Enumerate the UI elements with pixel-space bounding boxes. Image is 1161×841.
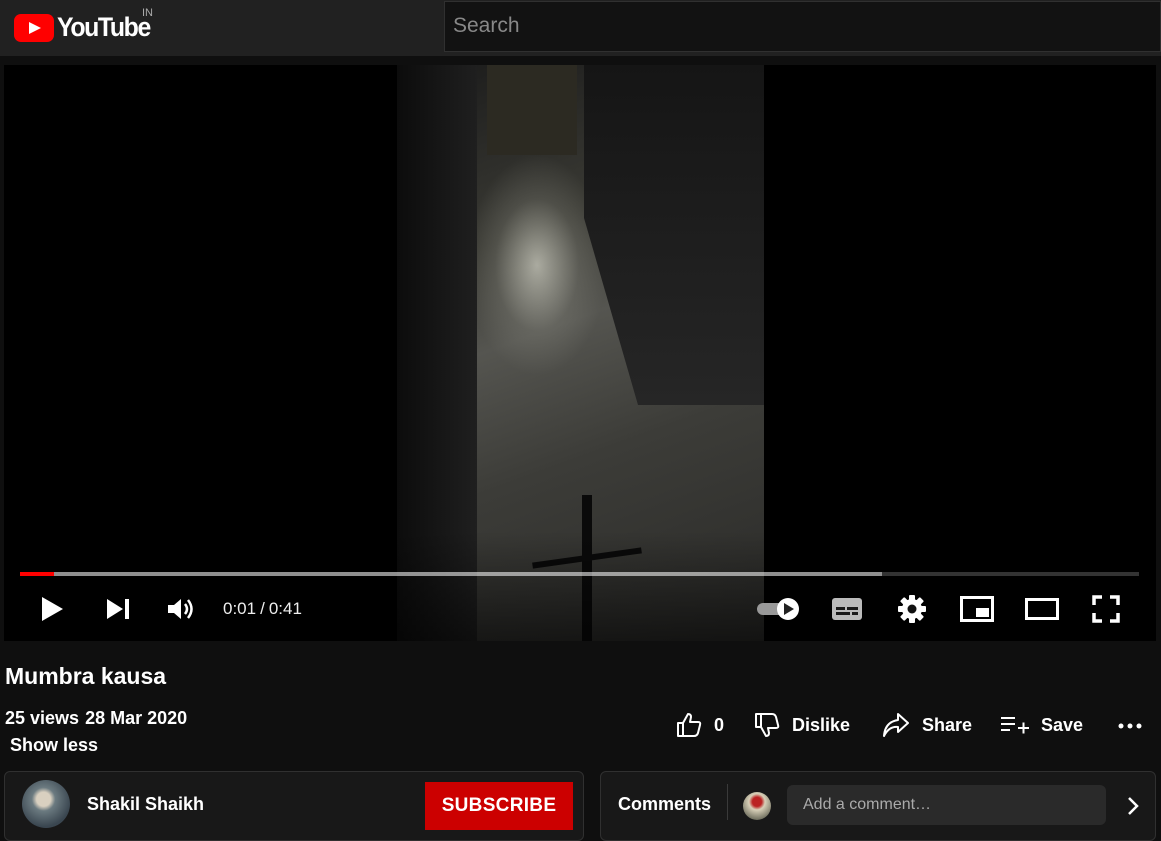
save-label: Save <box>1041 714 1084 735</box>
share-button[interactable]: Share <box>882 710 972 740</box>
share-label: Share <box>922 714 973 735</box>
autoplay-toggle[interactable] <box>756 591 802 627</box>
fullscreen-button[interactable] <box>1091 591 1121 627</box>
theater-mode-button[interactable] <box>1024 591 1060 627</box>
miniplayer-icon <box>960 596 994 622</box>
frame-building-right <box>584 65 764 405</box>
frame-building-top <box>487 65 577 155</box>
chevron-right-icon <box>1128 797 1139 815</box>
settings-button[interactable] <box>896 591 928 627</box>
play-button[interactable] <box>38 591 66 627</box>
progress-bar[interactable] <box>20 572 1139 576</box>
theater-mode-icon <box>1025 598 1059 620</box>
youtube-play-icon <box>14 13 54 42</box>
youtube-logo[interactable]: YouTube <box>14 12 158 43</box>
search-input[interactable]: Search <box>444 1 1161 52</box>
play-icon <box>42 597 63 621</box>
expand-comments-button[interactable] <box>1121 792 1145 820</box>
next-icon <box>107 599 129 619</box>
user-avatar <box>743 792 771 820</box>
autoplay-toggle-icon <box>757 598 799 620</box>
volume-icon <box>168 599 193 619</box>
upload-date: 28 Mar 2020 <box>85 708 188 728</box>
thumbs-up-icon <box>677 713 702 737</box>
fullscreen-icon <box>1092 595 1120 623</box>
like-button[interactable]: 0 <box>676 710 724 740</box>
region-label: IN <box>142 7 153 19</box>
video-title: Mumbra kausa <box>5 663 167 689</box>
video-meta: 25 views 28 Mar 2020 <box>5 708 187 729</box>
comments-card[interactable]: Comments <box>600 771 1156 841</box>
progress-played <box>20 572 54 576</box>
gear-icon <box>898 595 926 623</box>
logo-text: YouTube <box>57 12 151 42</box>
comments-divider <box>727 784 728 820</box>
like-count: 0 <box>714 714 725 735</box>
comment-input[interactable] <box>787 785 1106 825</box>
next-button[interactable] <box>104 591 132 627</box>
dislike-button[interactable]: Dislike <box>754 710 850 740</box>
current-time: 0:01 <box>223 599 257 618</box>
save-button[interactable]: Save <box>1001 710 1083 740</box>
subtitles-button[interactable] <box>831 591 863 627</box>
channel-name[interactable]: Shakil Shaikh <box>87 794 204 815</box>
dislike-label: Dislike <box>792 714 851 735</box>
playlist-add-icon <box>1001 717 1029 734</box>
duration: 0:41 <box>268 599 302 618</box>
time-display: 0:01/0:41 <box>221 599 304 619</box>
top-bar: YouTube IN Search <box>0 0 1161 56</box>
time-separator: / <box>260 599 265 618</box>
comments-label: Comments <box>618 794 712 814</box>
subtitles-icon <box>832 598 862 620</box>
channel-card: Shakil Shaikh SUBSCRIBE <box>4 771 584 841</box>
channel-avatar[interactable] <box>22 780 70 828</box>
volume-button[interactable] <box>166 591 196 627</box>
thumbs-down-icon <box>755 713 780 737</box>
show-less-link[interactable]: Show less <box>10 735 98 756</box>
more-actions-button[interactable] <box>1116 712 1144 740</box>
progress-buffered <box>20 572 882 576</box>
share-icon <box>883 713 909 737</box>
video-player[interactable]: 0:01/0:41 <box>4 65 1156 641</box>
view-count: 25 views <box>5 708 80 728</box>
more-horizontal-icon <box>1118 723 1142 729</box>
miniplayer-button[interactable] <box>959 591 995 627</box>
subscribe-button[interactable]: SUBSCRIBE <box>425 782 573 830</box>
